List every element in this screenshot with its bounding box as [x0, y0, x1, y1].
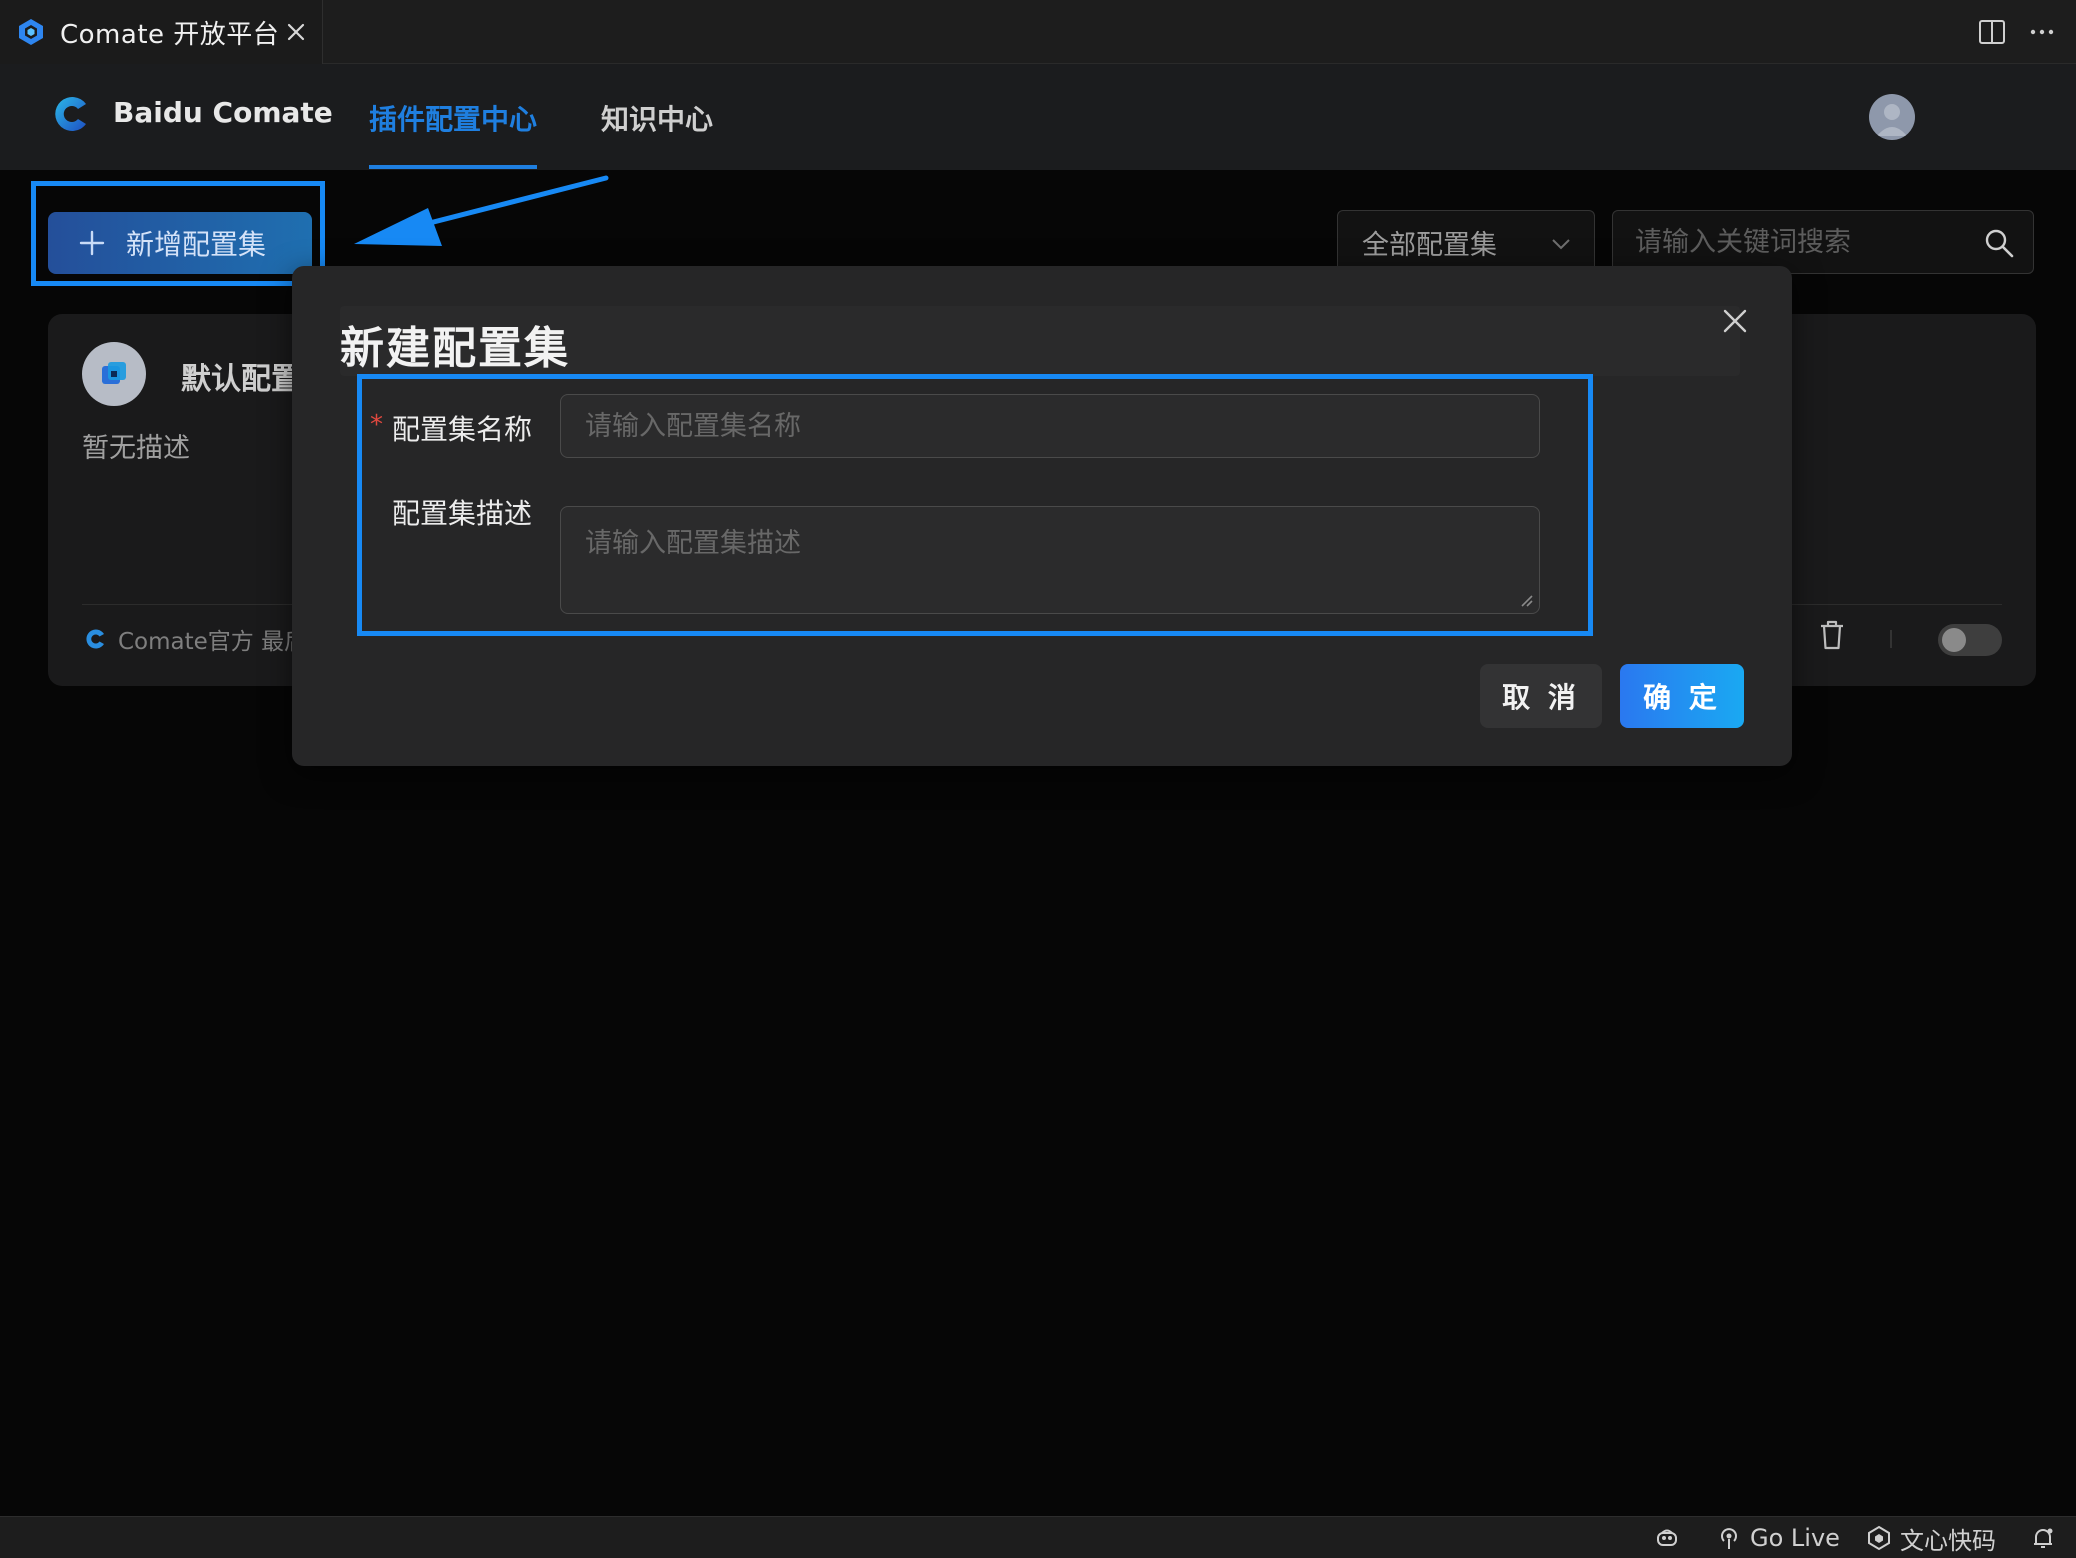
divider — [1890, 630, 1892, 648]
config-set-name-input[interactable] — [561, 395, 1539, 457]
broadcast-icon — [1721, 1528, 1737, 1549]
status-notifications[interactable] — [2030, 1523, 2064, 1553]
nav-knowledge-center[interactable]: 知识中心 — [601, 98, 713, 138]
desc-field-label: 配置集描述 — [392, 497, 533, 530]
search-input[interactable] — [1635, 211, 1965, 273]
avatar[interactable] — [1869, 94, 1915, 140]
annotation-arrow-icon — [354, 175, 609, 246]
config-set-footer: Comate官方 最后 — [84, 622, 307, 656]
name-field-label: 配置集名称 — [392, 413, 533, 446]
annotation-highlight-add-button — [31, 181, 325, 286]
user-icon — [1877, 104, 1907, 136]
copilot-icon — [1657, 1529, 1677, 1546]
go-live-label: Go Live — [1750, 1524, 1840, 1552]
required-asterisk: * — [370, 410, 383, 440]
cancel-button[interactable]: 取 消 — [1480, 664, 1602, 728]
chevron-down-icon — [1552, 239, 1570, 250]
editor-tab-comate[interactable]: Comate 开放平台 — [0, 0, 323, 64]
app-header: Baidu Comate 插件配置中心 知识中心 — [0, 64, 2076, 170]
config-set-title: 默认配置 — [181, 362, 301, 397]
editor-tab-bar: Comate 开放平台 — [0, 0, 2076, 64]
config-set-description: 暂无描述 — [82, 433, 190, 464]
split-editor-icon[interactable] — [1974, 14, 2010, 50]
wenxin-label: 文心快码 — [1900, 1526, 1996, 1555]
comate-cube-icon — [1868, 1525, 1890, 1551]
status-bar: Go Live 文心快码 — [0, 1516, 2076, 1558]
comate-logo-icon — [86, 629, 104, 649]
baidu-comate-logo-icon — [55, 97, 86, 131]
brand-name: Baidu Comate — [113, 96, 333, 129]
nav-plugin-config-center[interactable]: 插件配置中心 — [369, 98, 537, 138]
close-icon[interactable] — [280, 16, 312, 48]
bell-icon — [2034, 1528, 2053, 1548]
status-go-live[interactable]: Go Live — [1716, 1523, 1840, 1553]
trash-icon[interactable] — [1816, 618, 1848, 652]
desc-field-container — [560, 506, 1540, 614]
config-set-author: Comate官方 最后 — [118, 629, 308, 655]
dialog-title: 新建配置集 — [340, 323, 570, 374]
new-config-set-dialog: 新建配置集 * 配置集名称 配置集描述 取 消 确 定 — [292, 266, 1792, 766]
config-set-description-textarea[interactable] — [561, 507, 1539, 613]
confirm-button[interactable]: 确 定 — [1620, 664, 1744, 728]
resize-grip-icon[interactable] — [1517, 591, 1533, 607]
close-icon[interactable] — [1718, 304, 1752, 338]
enable-toggle[interactable] — [1938, 624, 2002, 656]
config-set-filter-select[interactable]: 全部配置集 — [1337, 210, 1595, 274]
nav-active-underline — [369, 165, 537, 169]
status-wenxin[interactable]: 文心快码 — [1866, 1523, 1996, 1555]
config-set-avatar — [82, 342, 146, 406]
cube-icon — [102, 362, 126, 384]
more-actions-icon[interactable] — [2024, 14, 2060, 50]
name-field-container — [560, 394, 1540, 458]
tab-title: Comate 开放平台 — [60, 19, 280, 50]
comate-cube-icon — [19, 19, 43, 45]
keyword-search-box — [1612, 210, 2034, 274]
status-copilot[interactable] — [1654, 1523, 1688, 1553]
search-icon[interactable] — [1983, 227, 2015, 259]
filter-selected-value: 全部配置集 — [1362, 229, 1497, 261]
